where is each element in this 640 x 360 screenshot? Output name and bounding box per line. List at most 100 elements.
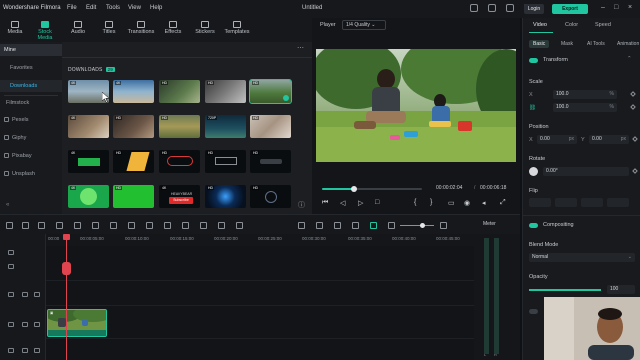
split-icon[interactable] (74, 222, 81, 229)
upload-icon[interactable] (470, 4, 478, 12)
subtab-ai-tools[interactable]: AI Tools (583, 40, 609, 48)
sidebar-mine[interactable]: Mine (0, 44, 62, 56)
mark-out-icon[interactable]: } (430, 199, 432, 206)
tab-stickers[interactable]: Stickers (190, 20, 220, 40)
microphone-icon[interactable] (334, 222, 341, 229)
menu-tools[interactable]: Tools (106, 5, 120, 11)
media-library-icon[interactable] (506, 4, 514, 12)
media-thumb[interactable]: HD (159, 80, 200, 103)
lock-icon[interactable] (22, 322, 28, 327)
collapse-icon[interactable]: « (6, 202, 9, 208)
redo-icon[interactable] (38, 222, 45, 229)
media-thumb[interactable]: HD (159, 115, 200, 138)
blend-mode-select[interactable]: Normal ⌄ (529, 253, 635, 262)
media-thumb-selected[interactable]: HD (249, 79, 292, 104)
minimize-icon[interactable]: – (601, 4, 605, 11)
mark-in-icon[interactable]: { (414, 199, 416, 206)
tab-templates[interactable]: Templates (222, 20, 252, 40)
playback-progress-bar[interactable] (322, 186, 422, 192)
media-thumb[interactable]: 4K (68, 115, 109, 138)
media-thumb[interactable]: HD (205, 185, 246, 208)
auto-enhance-toggle[interactable] (529, 309, 538, 314)
media-thumb[interactable]: HD (113, 150, 154, 173)
sidebar-item-unsplash[interactable]: Unsplash (0, 168, 62, 180)
scale-y-field[interactable]: 100.0% (553, 103, 617, 112)
tab-video[interactable]: Video (533, 22, 547, 28)
zoom-slider-knob[interactable] (420, 223, 425, 228)
media-thumb[interactable]: 4K (113, 80, 154, 103)
speaker-icon[interactable] (34, 348, 40, 353)
render-icon[interactable] (298, 222, 305, 229)
layout-icon[interactable] (488, 4, 496, 12)
crop-icon[interactable] (92, 222, 99, 229)
playback-scrubber[interactable] (351, 186, 357, 192)
eye-icon[interactable] (34, 292, 40, 297)
opacity-field[interactable]: 100 (607, 285, 635, 294)
more-options-icon[interactable]: ⋯ (297, 44, 304, 52)
rotate-right-button[interactable] (607, 198, 629, 207)
export-button[interactable]: Export (552, 4, 588, 14)
transform-collapse-icon[interactable]: ⌃ (627, 56, 632, 62)
sidebar-item-pexels[interactable]: Pexels (0, 114, 62, 126)
fullscreen-icon[interactable]: ⤢ (500, 199, 506, 207)
video-clip[interactable]: ▣ (47, 309, 107, 337)
tab-color[interactable]: Color (565, 22, 578, 28)
tab-titles[interactable]: Titles (94, 20, 124, 40)
eye-icon[interactable] (34, 322, 40, 327)
sidebar-item-giphy[interactable]: Giphy (0, 132, 62, 144)
playhead-scrub-knob[interactable] (62, 262, 71, 275)
volume-icon[interactable]: ◂ (482, 199, 486, 207)
add-track-icon[interactable] (8, 250, 14, 255)
menu-file[interactable]: File (67, 5, 77, 11)
audio-stretch-icon[interactable] (182, 222, 189, 229)
close-icon[interactable]: × (628, 4, 632, 11)
flip-horizontal-button[interactable] (529, 198, 551, 207)
voiceover-icon[interactable] (352, 222, 359, 229)
quality-select[interactable]: 1/4 Quality ⌄ (342, 20, 386, 30)
sidebar-item-filmstock[interactable]: Filmstock (0, 97, 62, 109)
tab-transitions[interactable]: Transitions (126, 20, 156, 40)
subtab-animation[interactable]: Animation (613, 40, 640, 48)
media-thumb[interactable]: HD (113, 115, 154, 138)
media-thumb[interactable]: HD (250, 150, 291, 173)
keyframe-icon[interactable] (632, 136, 638, 142)
subtab-mask[interactable]: Mask (557, 40, 577, 48)
media-thumb[interactable]: HD (205, 150, 246, 173)
opacity-slider-track[interactable] (529, 289, 601, 291)
previous-frame-icon[interactable]: ⏮ (322, 199, 328, 207)
menu-help[interactable]: Help (150, 5, 162, 11)
media-thumb[interactable]: 4K (68, 185, 109, 208)
media-thumb[interactable]: 4K (68, 150, 109, 173)
media-thumb[interactable]: HD (250, 185, 291, 208)
more-tools-icon[interactable] (236, 222, 243, 229)
transform-icon[interactable] (218, 222, 225, 229)
media-thumb[interactable]: HD (250, 115, 291, 138)
playhead[interactable] (66, 234, 67, 360)
timeline-tracks[interactable] (46, 246, 474, 360)
layout-icon[interactable] (6, 222, 13, 229)
undo-icon[interactable] (22, 222, 29, 229)
keyframe-icon[interactable] (630, 91, 636, 97)
rotate-dial[interactable] (529, 167, 538, 176)
audio-track-icon[interactable] (8, 348, 14, 353)
tag-icon[interactable] (110, 222, 117, 229)
play-icon[interactable]: ▷ (358, 199, 363, 207)
media-thumb[interactable]: 720P (205, 115, 246, 138)
tab-speed[interactable]: Speed (595, 22, 611, 28)
playhead-handle[interactable] (63, 234, 70, 240)
video-track-icon[interactable] (8, 322, 14, 327)
sidebar-item-downloads[interactable]: Downloads (0, 80, 62, 92)
sidebar-item-favorites[interactable]: Favorites (0, 62, 62, 74)
subtab-basic[interactable]: Basic (529, 40, 550, 48)
speed-icon[interactable] (200, 222, 207, 229)
adjust-icon[interactable] (146, 222, 153, 229)
tab-stock-media[interactable]: Stock Media (30, 20, 60, 41)
media-thumb[interactable]: HD (113, 185, 154, 208)
tab-media[interactable]: Media (0, 20, 30, 40)
rotate-left-button[interactable] (581, 198, 603, 207)
delete-icon[interactable] (56, 222, 63, 229)
media-thumb[interactable]: HD (205, 80, 246, 103)
media-thumb[interactable]: 4K HEAVYBEAR Subscribe (159, 185, 200, 208)
position-y-field[interactable]: 0.00 px (589, 135, 629, 144)
scale-x-field[interactable]: 100.0% (553, 90, 617, 99)
